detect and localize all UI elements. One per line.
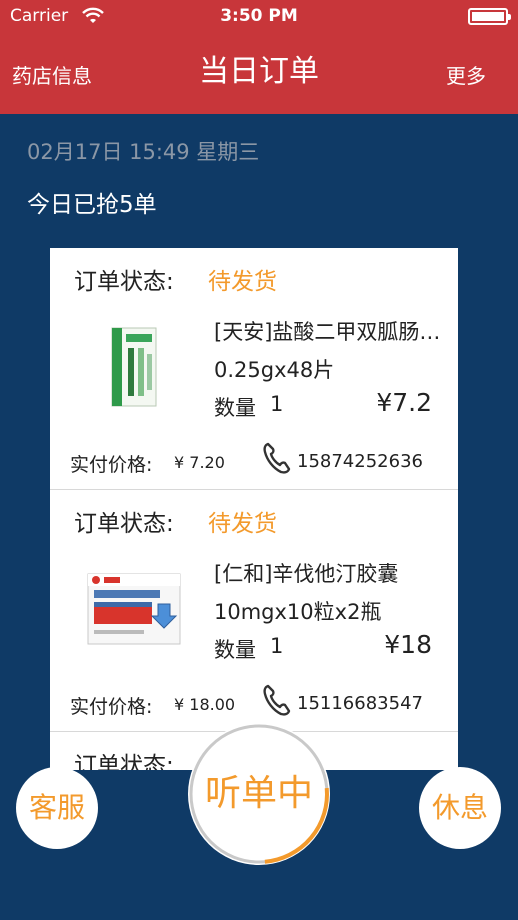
phone-icon[interactable] — [262, 442, 292, 474]
rest-button[interactable]: 休息 — [419, 767, 501, 849]
status-bar: Carrier 3:50 PM — [0, 0, 518, 32]
quantity-label: 数量 — [214, 396, 256, 420]
product-name: [天安]盐酸二甲双胍肠溶片 — [214, 320, 454, 344]
medicine-box-green-icon — [111, 327, 157, 407]
paid-price-value: ¥ 18.00 — [174, 695, 236, 714]
today-order-count: 今日已抢5单 — [27, 192, 157, 218]
order-status-label: 订单状态: — [74, 269, 174, 295]
product-price: ¥7.2 — [376, 388, 432, 417]
phone-icon[interactable] — [262, 684, 292, 716]
paid-price-label: 实付价格: — [70, 454, 153, 476]
customer-phone[interactable]: 15116683547 — [297, 693, 423, 714]
quantity-value: 1 — [270, 392, 284, 416]
customer-phone[interactable]: 15874252636 — [297, 451, 423, 472]
order-status-label: 订单状态: — [74, 511, 174, 537]
status-time: 3:50 PM — [220, 6, 298, 26]
date-line: 02月17日 15:49 星期三 — [27, 140, 260, 164]
product-price: ¥18 — [384, 630, 432, 659]
page-title: 当日订单 — [199, 54, 319, 89]
order-card[interactable]: 订单状态: 待发货 [天安]盐酸二甲双胍肠溶片 0.25gx48片 数量 1 ¥… — [50, 248, 458, 490]
order-status-value: 待发货 — [208, 269, 277, 295]
quantity-value: 1 — [270, 634, 284, 658]
more-button[interactable]: 更多 — [446, 60, 486, 89]
quantity-label: 数量 — [214, 638, 256, 662]
product-spec: 0.25gx48片 — [214, 358, 335, 382]
order-status-label: 订单状态: — [74, 753, 174, 770]
medicine-box-red-icon — [87, 573, 181, 645]
listening-label: 听单中 — [204, 773, 313, 814]
order-card[interactable]: 订单状态: 待发货 [仁和]辛伐他汀胶囊 10mgx10粒x2瓶 数量 1 ¥1… — [50, 490, 458, 732]
product-spec: 10mgx10粒x2瓶 — [214, 600, 382, 624]
order-status-value: 待发货 — [208, 511, 277, 537]
paid-price-value: ¥ 7.20 — [174, 453, 225, 472]
customer-service-button[interactable]: 客服 — [16, 767, 98, 849]
listening-button[interactable]: 听单中 — [188, 723, 330, 865]
product-name: [仁和]辛伐他汀胶囊 — [214, 562, 399, 586]
navigation-bar: 药店信息 当日订单 更多 — [0, 32, 518, 114]
battery-icon — [468, 8, 511, 25]
paid-price-label: 实付价格: — [70, 696, 153, 718]
order-list[interactable]: 订单状态: 待发货 [天安]盐酸二甲双胍肠溶片 0.25gx48片 数量 1 ¥… — [50, 248, 458, 770]
